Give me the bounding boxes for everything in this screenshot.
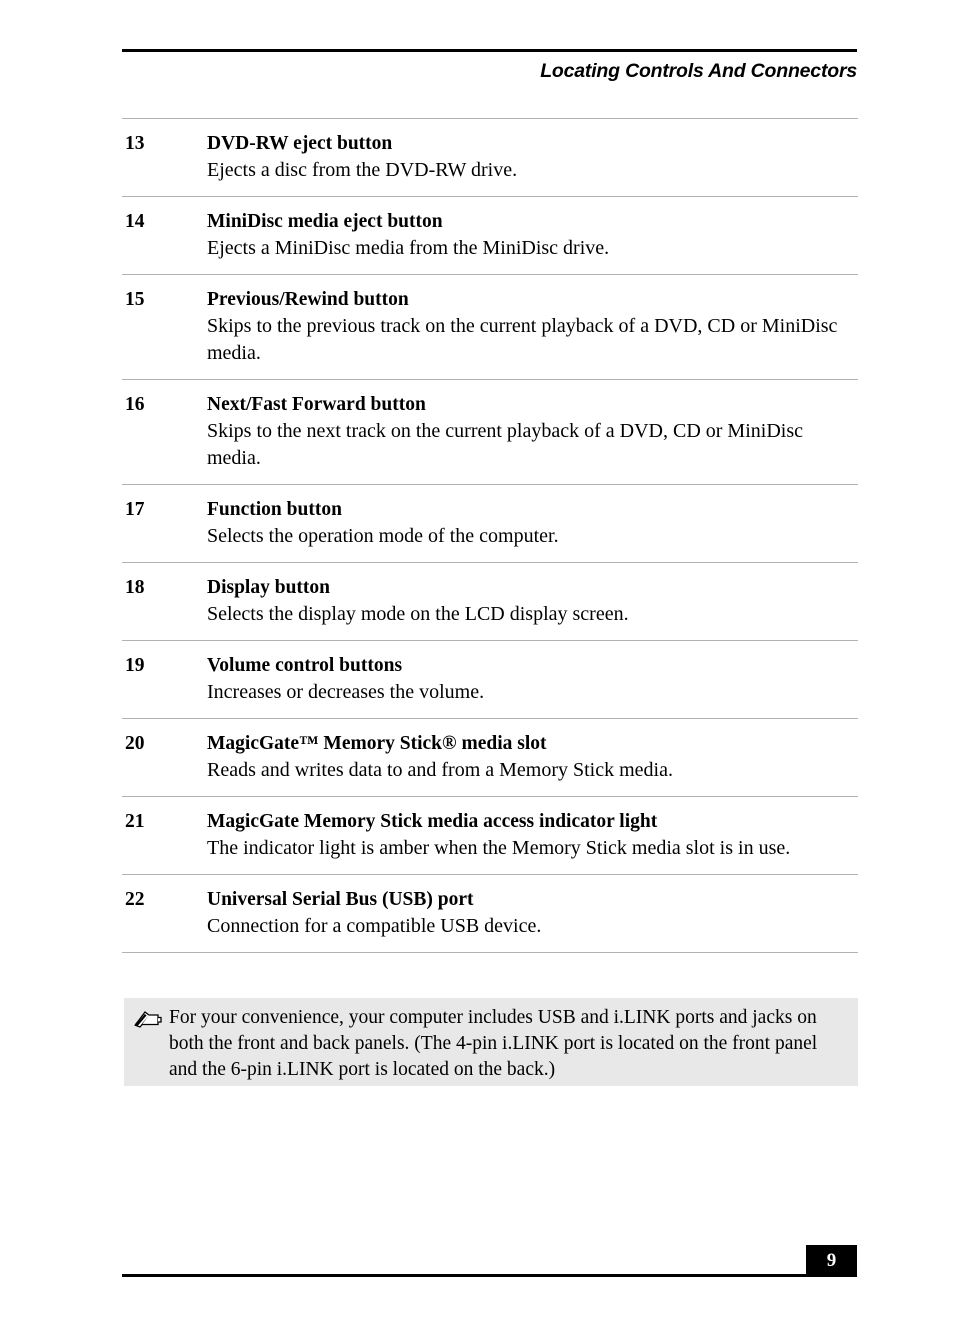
row-divider	[122, 952, 858, 953]
item-number: 20	[125, 733, 145, 754]
item-number: 18	[125, 577, 145, 598]
item-body: Volume control buttons Increases or decr…	[207, 652, 857, 706]
list-item: 22 Universal Serial Bus (USB) port Conne…	[122, 875, 858, 952]
item-body: DVD-RW eject button Ejects a disc from t…	[207, 130, 857, 184]
header-rule	[122, 49, 857, 52]
item-title: MiniDisc media eject button	[207, 211, 443, 232]
item-description: Increases or decreases the volume.	[207, 681, 485, 703]
note-pencil-icon	[133, 1008, 163, 1030]
item-description: Connection for a compatible USB device.	[207, 915, 542, 937]
page-number: 9	[826, 1250, 837, 1271]
note-callout: For your convenience, your computer incl…	[124, 998, 858, 1086]
item-description: Ejects a MiniDisc media from the MiniDis…	[207, 237, 610, 259]
item-body: MiniDisc media eject button Ejects a Min…	[207, 208, 857, 262]
item-number: 17	[125, 499, 145, 520]
item-description: Reads and writes data to and from a Memo…	[207, 759, 673, 781]
item-number: 21	[125, 811, 145, 832]
list-item: 15 Previous/Rewind button Skips to the p…	[122, 275, 858, 379]
item-title: Next/Fast Forward button	[207, 394, 426, 415]
item-number: 13	[125, 133, 145, 154]
item-body: Universal Serial Bus (USB) port Connecti…	[207, 886, 857, 940]
item-number: 14	[125, 211, 145, 232]
list-item: 13 DVD-RW eject button Ejects a disc fro…	[122, 119, 858, 196]
item-title: MagicGate™ Memory Stick® media slot	[207, 733, 547, 754]
item-title: Universal Serial Bus (USB) port	[207, 889, 474, 910]
item-number: 15	[125, 289, 145, 310]
item-description: Ejects a disc from the DVD-RW drive.	[207, 159, 518, 181]
item-body: MagicGate Memory Stick media access indi…	[207, 808, 857, 862]
page-header-title: Locating Controls And Connectors	[540, 60, 857, 82]
item-number: 19	[125, 655, 145, 676]
document-page: Locating Controls And Connectors 13 DVD-…	[0, 0, 954, 1340]
item-description: Skips to the previous track on the curre…	[207, 315, 838, 364]
item-title: Display button	[207, 577, 330, 598]
item-number: 16	[125, 394, 145, 415]
item-title: DVD-RW eject button	[207, 133, 393, 154]
item-title: Function button	[207, 499, 342, 520]
item-description: Selects the display mode on the LCD disp…	[207, 603, 629, 625]
page-number-badge: 9	[806, 1245, 857, 1277]
footer-rule	[122, 1274, 806, 1277]
item-title: Previous/Rewind button	[207, 289, 409, 310]
list-item: 19 Volume control buttons Increases or d…	[122, 641, 858, 718]
list-item: 20 MagicGate™ Memory Stick® media slot R…	[122, 719, 858, 796]
item-description: The indicator light is amber when the Me…	[207, 837, 791, 859]
item-description: Selects the operation mode of the comput…	[207, 525, 559, 547]
item-body: Next/Fast Forward button Skips to the ne…	[207, 391, 857, 472]
list-item: 17 Function button Selects the operation…	[122, 485, 858, 562]
list-item: 21 MagicGate Memory Stick media access i…	[122, 797, 858, 874]
list-item: 14 MiniDisc media eject button Ejects a …	[122, 197, 858, 274]
controls-list: 13 DVD-RW eject button Ejects a disc fro…	[122, 118, 858, 953]
item-title: Volume control buttons	[207, 655, 403, 676]
list-item: 18 Display button Selects the display mo…	[122, 563, 858, 640]
item-body: MagicGate™ Memory Stick® media slot Read…	[207, 730, 857, 784]
item-description: Skips to the next track on the current p…	[207, 420, 803, 469]
item-body: Function button Selects the operation mo…	[207, 496, 857, 550]
item-title: MagicGate Memory Stick media access indi…	[207, 811, 658, 832]
item-body: Display button Selects the display mode …	[207, 574, 857, 628]
list-item: 16 Next/Fast Forward button Skips to the…	[122, 380, 858, 484]
note-text: For your convenience, your computer incl…	[169, 1007, 818, 1080]
item-number: 22	[125, 889, 145, 910]
item-body: Previous/Rewind button Skips to the prev…	[207, 286, 857, 367]
